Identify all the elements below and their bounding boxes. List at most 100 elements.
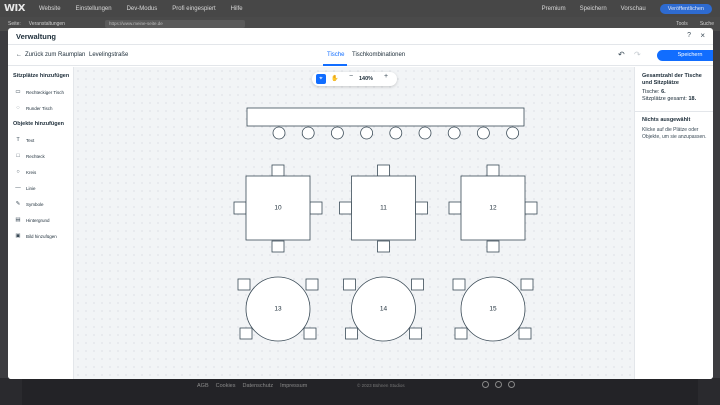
long-table-seat[interactable] — [506, 126, 520, 140]
editor-save-link[interactable]: Speichern — [580, 6, 607, 12]
table-seat[interactable] — [452, 278, 466, 291]
zoom-in-button[interactable]: + — [384, 73, 388, 80]
youtube-icon[interactable] — [508, 381, 515, 388]
add-symbols-item[interactable]: ✎ Symbole — [14, 201, 44, 207]
footer-link-imprint[interactable]: Impressum — [280, 383, 307, 389]
table-seat[interactable] — [233, 201, 247, 215]
background-icon: ▤ — [15, 217, 21, 223]
nothing-selected-title: Nichts ausgewählt — [642, 117, 691, 123]
add-line-item[interactable]: — Linie — [14, 185, 35, 191]
table-seat[interactable] — [377, 240, 390, 253]
add-rect-table-label: Rechteckiger Tisch — [26, 89, 65, 95]
add-rectangle-label: Rechteck — [26, 153, 45, 159]
table-seat[interactable] — [343, 278, 356, 291]
active-tab-indicator — [323, 64, 347, 66]
instagram-icon[interactable] — [495, 381, 502, 388]
menu-website[interactable]: Website — [39, 6, 61, 12]
redo-icon[interactable]: ↷ — [634, 50, 641, 59]
table-seat[interactable] — [345, 327, 358, 340]
page-selector[interactable]: Veranstaltungen — [29, 21, 65, 27]
table-seat[interactable] — [524, 201, 538, 215]
zoom-out-button[interactable]: − — [349, 73, 353, 80]
long-table-seat[interactable] — [447, 126, 461, 140]
menu-settings[interactable]: Einstellungen — [76, 6, 112, 12]
rect-table-icon: ▭ — [15, 89, 21, 95]
add-round-table-label: Runder Tisch — [26, 105, 53, 111]
long-table-seat[interactable] — [272, 126, 286, 140]
table-seat[interactable] — [239, 327, 253, 340]
url-box[interactable]: https://www.meine-seite.de — [104, 20, 245, 28]
table-seat[interactable] — [409, 327, 422, 340]
tables-count: Tische: 6. — [642, 89, 666, 95]
add-rect-table-item[interactable]: ▭ Rechteckiger Tisch — [14, 89, 64, 95]
twitter-icon[interactable] — [482, 381, 489, 388]
long-table-seat[interactable] — [476, 126, 490, 140]
floorplan-name: Levelingstraße — [89, 52, 129, 58]
table-seat[interactable] — [377, 164, 390, 177]
footer-link-agb[interactable]: AGB — [197, 383, 209, 389]
table-seat[interactable] — [448, 201, 462, 215]
floorplan-canvas[interactable]: 10 11 12 13 14 15 ⌖ ✋ − 140% + — [74, 67, 634, 379]
table-seat[interactable] — [303, 327, 317, 340]
footer-link-privacy[interactable]: Datenschutz — [243, 383, 274, 389]
table-seat[interactable] — [339, 201, 352, 215]
add-rectangle-item[interactable]: □ Rechteck — [14, 153, 45, 159]
premium-link[interactable]: Premium — [542, 6, 566, 12]
table-seat[interactable] — [454, 327, 468, 340]
line-icon: — — [15, 185, 21, 191]
table-number-10: 10 — [274, 205, 282, 212]
menu-profi[interactable]: Profi eingespiert — [172, 6, 215, 12]
menu-help[interactable]: Hilfe — [231, 6, 243, 12]
zoom-level: 140% — [359, 75, 374, 82]
add-image-label: Bild hinzufügen — [26, 233, 57, 239]
hand-tool-icon[interactable]: ✋ — [330, 74, 340, 84]
add-circle-item[interactable]: ○ Kreis — [14, 169, 36, 175]
add-background-item[interactable]: ▤ Hintergrund — [14, 217, 49, 223]
footer-link-cookies[interactable]: Cookies — [216, 383, 236, 389]
table-seat[interactable] — [518, 327, 532, 340]
long-table-seat[interactable] — [360, 126, 374, 140]
tab-table-combinations[interactable]: Tischkombinationen — [352, 52, 405, 58]
table-seat[interactable] — [305, 278, 319, 291]
select-tool-icon[interactable]: ⌖ — [316, 74, 326, 84]
editor-top-bar: WIX Website Einstellungen Dev-Modus Prof… — [0, 0, 720, 17]
help-icon[interactable]: ? — [687, 32, 691, 39]
long-table-seat[interactable] — [389, 126, 403, 140]
zoom-toolbar: ⌖ ✋ − 140% + — [312, 72, 397, 86]
tables-count-label: Tische: — [642, 89, 660, 95]
table-seat[interactable] — [271, 164, 285, 177]
menu-dev-mode[interactable]: Dev-Modus — [127, 6, 158, 12]
add-round-table-item[interactable]: ◌ Runder Tisch — [14, 105, 53, 111]
stats-title: Gesamtzahl der Tische und Sitzplätze — [642, 73, 702, 86]
table-seat[interactable] — [520, 278, 534, 291]
table-seat[interactable] — [237, 278, 251, 291]
search-link[interactable]: Suche — [700, 21, 714, 27]
table-seat[interactable] — [486, 240, 500, 253]
long-table-seat[interactable] — [301, 126, 315, 140]
image-icon: ▣ — [15, 233, 21, 239]
table-seat[interactable] — [271, 240, 285, 253]
undo-icon[interactable]: ↶ — [618, 50, 625, 59]
table-seat[interactable] — [309, 201, 323, 215]
add-text-item[interactable]: T Text — [14, 137, 34, 143]
close-icon[interactable]: × — [700, 31, 705, 40]
back-to-floorplan-link[interactable]: ← Zurück zum Raumplan — [16, 52, 85, 58]
table-seat[interactable] — [411, 278, 424, 291]
back-link-label: Zurück zum Raumplan — [25, 52, 86, 58]
table-seat[interactable] — [486, 164, 500, 177]
table-seat[interactable] — [415, 201, 428, 215]
seats-count-label: Sitzplätze gesamt: — [642, 96, 687, 102]
social-icons — [482, 381, 515, 388]
publish-button[interactable]: Veröffentlichen — [659, 3, 712, 14]
preview-link[interactable]: Vorschau — [621, 6, 646, 12]
add-image-item[interactable]: ▣ Bild hinzufügen — [14, 233, 57, 239]
long-table[interactable] — [246, 107, 525, 127]
long-table-seat[interactable] — [330, 126, 344, 140]
save-button[interactable]: Speichern — [657, 50, 713, 61]
tab-tables[interactable]: Tische — [327, 52, 344, 58]
objects-heading: Objekte hinzufügen — [13, 121, 65, 127]
text-icon: T — [16, 137, 20, 143]
long-table-seat[interactable] — [418, 126, 432, 140]
tools-link[interactable]: Tools — [676, 21, 688, 27]
table-number-13: 13 — [274, 306, 282, 313]
